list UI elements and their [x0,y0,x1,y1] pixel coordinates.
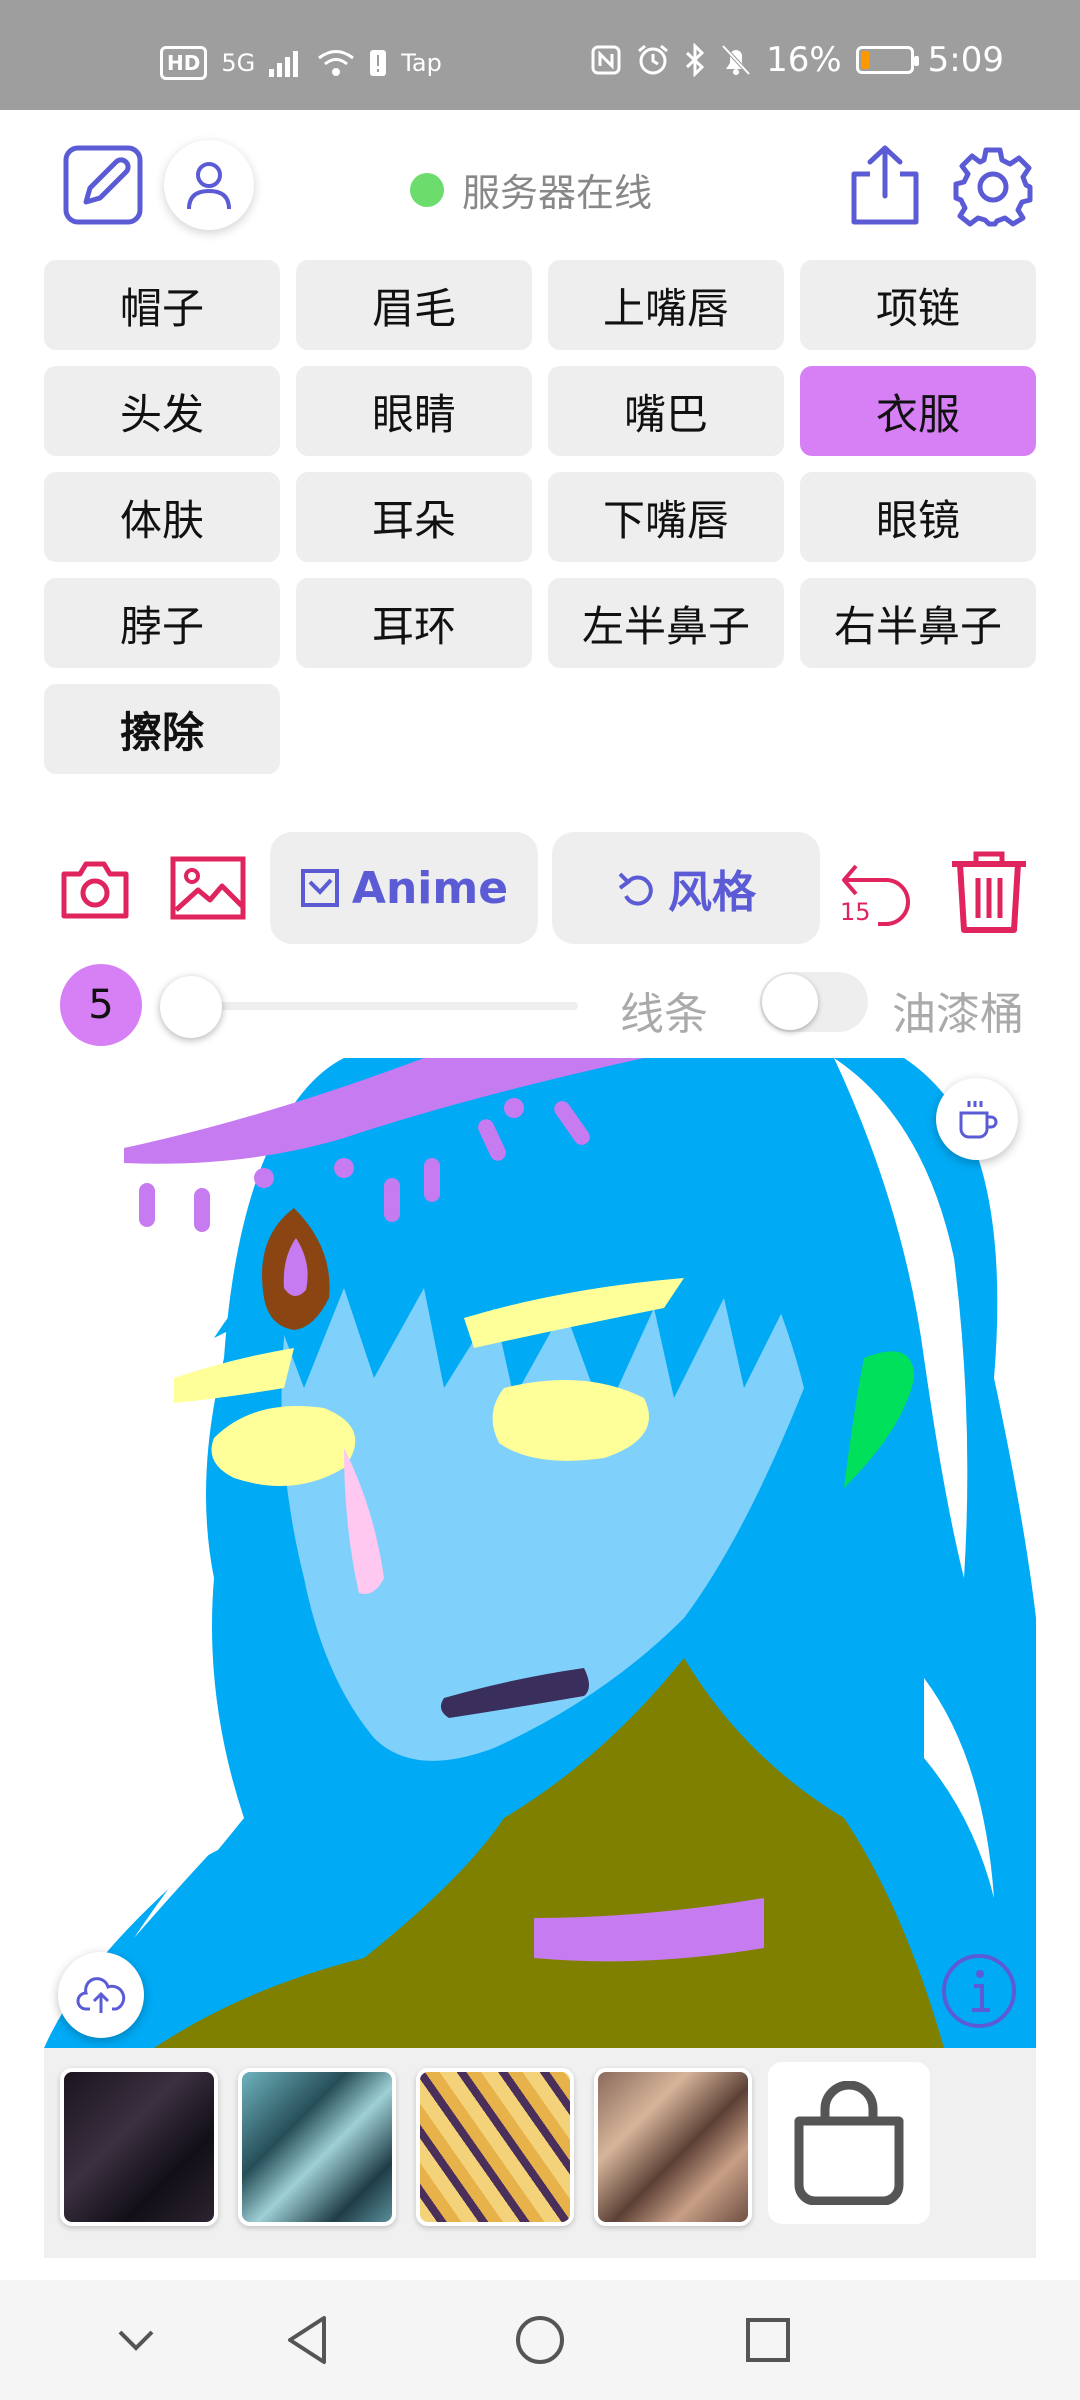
shopping-bag-icon [794,2081,904,2205]
model-label: Anime [351,862,509,914]
server-status: 服务器在线 [410,162,652,217]
coffee-button[interactable] [936,1078,1018,1160]
part-button[interactable]: 左半鼻子 [548,578,784,668]
checkbox-icon [300,869,339,907]
cloud-upload-icon [76,1977,126,2013]
part-button[interactable]: 项链 [800,260,1036,350]
upload-button[interactable] [58,1952,144,2038]
style-thumbnail-gold[interactable] [416,2068,574,2226]
info-icon [942,1954,1016,2028]
nav-recents-button[interactable] [738,2310,798,2370]
part-button[interactable]: 嘴巴 [548,366,784,456]
settings-button[interactable] [952,146,1034,228]
part-button[interactable]: 眼睛 [296,366,532,456]
part-button[interactable]: 眼镜 [800,472,1036,562]
part-button[interactable]: 衣服 [800,366,1036,456]
bucket-toggle[interactable] [760,972,868,1032]
bucket-label: 油漆桶 [892,989,1024,1040]
brush-size-slider[interactable] [190,1002,578,1010]
style-thumbnail-teal[interactable] [238,2068,396,2226]
style-thumbnail-dark[interactable] [60,2068,218,2226]
top-bar: 服务器在线 [0,110,1080,260]
back-triangle-icon [288,2316,326,2364]
brush-row: 5 线条 油漆桶 [0,960,1080,1050]
style-label: 风格 [668,867,756,918]
part-button[interactable]: 脖子 [44,578,280,668]
account-button[interactable] [164,140,254,230]
sim-warning-icon [370,50,387,76]
camera-icon [61,861,129,919]
clock: 5:09 [927,40,1004,80]
clear-button[interactable] [948,848,1030,934]
part-button[interactable]: 帽子 [44,260,280,350]
part-button[interactable]: 耳朵 [296,472,532,562]
part-button[interactable]: 擦除 [44,684,280,774]
slider-thumb[interactable] [160,976,222,1038]
brush-size-badge: 5 [60,964,142,1046]
nfc-icon [591,45,621,75]
rotate-icon [618,872,653,906]
network-label: 5G [221,49,256,77]
alarm-icon [638,44,669,75]
part-button[interactable]: 右半鼻子 [800,578,1036,668]
battery-icon [855,46,919,74]
nav-collapse-button[interactable] [106,2310,166,2370]
image-icon [170,856,246,920]
style-strip [44,2048,1036,2258]
gallery-button[interactable] [170,856,246,920]
toggle-knob [762,974,818,1030]
mute-icon [721,44,751,76]
hd-badge: HD [160,46,208,80]
chevron-down-icon [118,2330,154,2351]
line-label: 线条 [620,989,708,1040]
style-store-button[interactable] [768,2062,930,2224]
share-icon [851,145,919,225]
user-icon [187,162,231,210]
eye-right-shape [492,1380,649,1461]
wifi-icon [318,50,355,76]
trash-icon [952,851,1026,933]
status-right: 16% 5:09 [590,40,1004,80]
server-status-label: 服务器在线 [462,171,653,215]
part-button[interactable]: 体肤 [44,472,280,562]
nav-home-button[interactable] [510,2310,570,2370]
part-button[interactable]: 下嘴唇 [548,472,784,562]
edit-icon [63,145,143,225]
part-button[interactable]: 上嘴唇 [548,260,784,350]
info-button[interactable] [940,1952,1018,2030]
signal-icon [269,51,299,77]
style-thumbnail-brown[interactable] [594,2068,752,2226]
recents-square-icon [746,2318,790,2362]
home-circle-icon [516,2316,564,2364]
camera-button[interactable] [60,858,130,920]
edit-button[interactable] [62,144,144,226]
system-nav-bar [0,2280,1080,2400]
battery-percent: 16% [766,40,842,80]
model-selector-button[interactable]: Anime [270,832,538,944]
drawing [44,1058,1036,2048]
tap-label: Tap [401,49,442,77]
nav-back-button[interactable] [280,2310,340,2370]
drawing-canvas[interactable] [44,1058,1036,2048]
status-bar: HD 5G Tap 16% 5:09 [0,0,1080,110]
part-button[interactable]: 眉毛 [296,260,532,350]
style-button[interactable]: 风格 [552,832,820,944]
gear-icon [953,147,1033,227]
status-left: HD 5G Tap [160,46,442,80]
part-button[interactable]: 头发 [44,366,280,456]
coffee-icon [959,1101,998,1139]
status-dot [410,172,444,207]
bluetooth-icon [686,43,705,77]
part-button[interactable]: 耳环 [296,578,532,668]
undo-count: 15 [840,898,871,926]
share-button[interactable] [848,144,922,226]
toolbar: Anime 风格 15 [0,830,1080,946]
part-grid: 帽子 眉毛 上嘴唇 项链头发 眼睛 嘴巴 衣服体肤 耳朵 下嘴唇 眼镜脖子 耳环 左半鼻子 右半鼻子擦除 [44,260,1036,774]
